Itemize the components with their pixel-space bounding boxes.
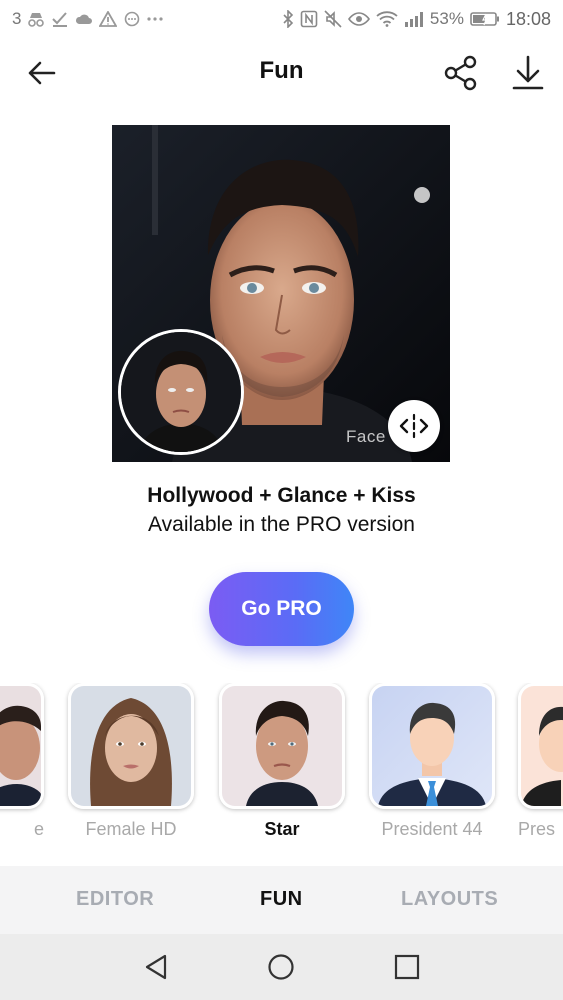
pro-availability-text: Available in the PRO version [148,513,415,536]
circle-home-icon [268,954,294,980]
bluetooth-icon [282,10,294,28]
filter-item-female-hd[interactable]: Female HD [68,683,194,840]
incognito-icon [27,11,45,27]
filter-item[interactable]: Pres [518,683,563,840]
nav-home-button[interactable] [267,953,295,986]
filter-thumbnail [219,683,345,809]
bottom-tab-bar: EDITOR FUN LAYOUTS [0,866,563,934]
nav-recents-button[interactable] [394,953,420,986]
battery-icon [470,11,500,27]
download-button[interactable] [510,54,546,92]
star-face-image [222,686,342,806]
signal-icon [404,11,424,27]
cloud-icon [75,11,93,27]
partial-face-image [0,686,41,806]
status-bar-right: 53% 18:08 [282,9,551,30]
president-avatar-image [372,686,492,806]
original-photo-inset[interactable] [118,329,244,455]
wifi-icon [376,11,398,27]
filter-thumbnail [68,683,194,809]
system-nav-bar [0,934,563,1000]
filter-label: Star [264,819,300,839]
compare-arrows-icon [399,413,429,439]
watermark-text: Face [346,427,386,446]
notification-count: 3 [12,9,22,28]
original-face-image [121,332,241,452]
filter-combo-title: Hollywood + Glance + Kiss [147,484,416,507]
filter-thumbnail [0,683,44,809]
nfc-icon [300,10,318,28]
check-download-icon [51,11,69,27]
filter-thumbnail [518,683,563,809]
compare-toggle-button[interactable] [388,400,440,452]
tab-fun[interactable]: FUN [260,888,303,911]
app-bar: Fun [0,38,563,108]
result-photo[interactable]: Face [112,125,450,462]
download-icon [512,55,544,90]
filter-thumbnail [369,683,495,809]
share-icon [444,55,477,91]
warning-icon [99,11,118,27]
tab-layouts[interactable]: LAYOUTS [401,888,498,911]
triangle-back-icon [145,954,167,980]
nav-back-button[interactable] [143,953,169,986]
filter-carousel[interactable]: e Female HD Star President 44 Pres [0,683,563,843]
status-bar-left: 3 [12,9,164,29]
filter-item-star[interactable]: Star [219,683,345,840]
chat-icon [123,11,141,27]
filter-item-president-44[interactable]: President 44 [369,683,495,840]
female-face-image [71,686,191,806]
president-avatar-image [521,686,563,806]
filter-label: President 44 [381,819,483,839]
eye-icon [347,11,370,27]
status-bar: 3 53% 18:08 [0,0,563,38]
battery-percent: 53% [429,9,464,28]
filter-item[interactable]: e [0,683,44,840]
share-button[interactable] [442,54,480,92]
clock: 18:08 [505,8,551,29]
filter-label: e [33,819,44,839]
tab-editor[interactable]: EDITOR [76,888,154,911]
square-recents-icon [394,954,420,980]
go-pro-button[interactable]: Go PRO [209,572,354,646]
mute-icon [324,10,342,28]
filter-label: Female HD [85,819,177,839]
more-icon [147,16,164,22]
filter-label: Pres [518,819,556,839]
